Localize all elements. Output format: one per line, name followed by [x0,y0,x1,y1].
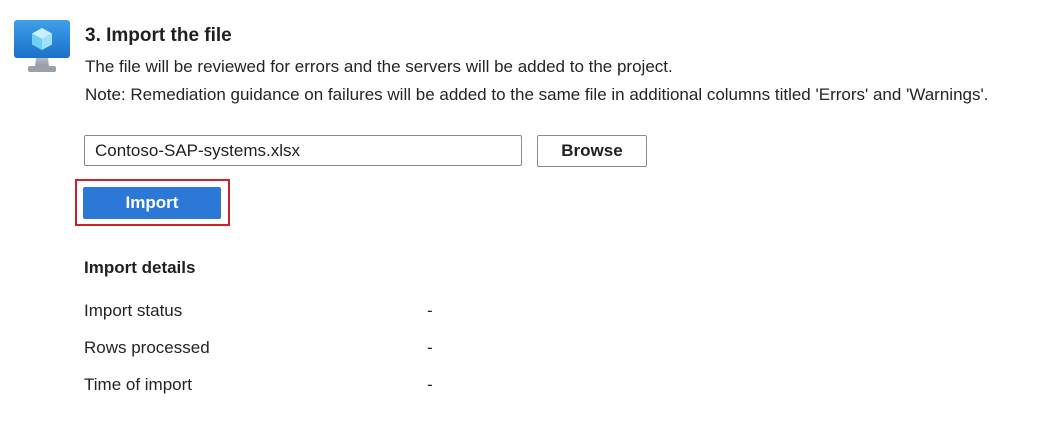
detail-value: - [427,301,433,320]
file-path-input[interactable] [84,135,522,166]
virtual-machine-icon [14,20,70,74]
browse-button[interactable]: Browse [537,135,647,167]
detail-row-import-status: Import status - [84,301,484,325]
detail-label: Rows processed [84,338,210,357]
import-details-heading: Import details [84,258,196,277]
import-button[interactable]: Import [83,187,221,219]
detail-row-rows-processed: Rows processed - [84,338,484,362]
detail-label: Time of import [84,375,193,394]
detail-value: - [427,375,433,394]
step-title: 3. Import the file [85,25,232,46]
detail-label: Import status [84,301,183,320]
detail-row-time-of-import: Time of import - [84,375,484,399]
step-note: Note: Remediation guidance on failures w… [85,85,989,104]
detail-value: - [427,338,433,357]
step-description: The file will be reviewed for errors and… [85,57,673,76]
